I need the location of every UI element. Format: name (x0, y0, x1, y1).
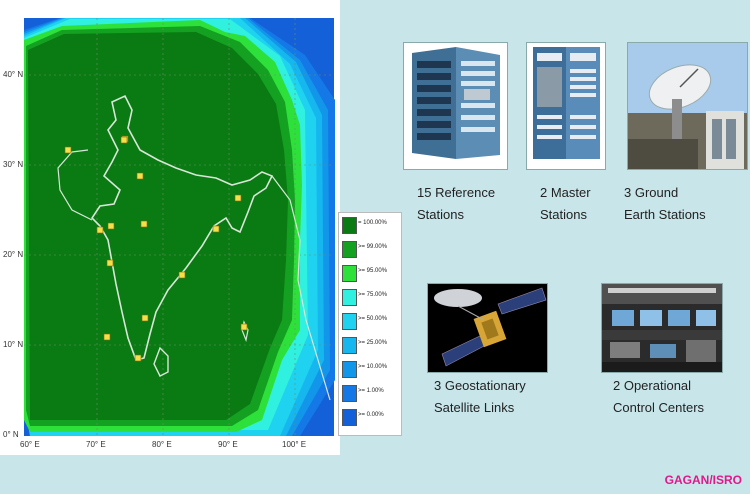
caption-line: 3 Ground (624, 185, 679, 200)
lon-tick: 80° E (152, 440, 172, 449)
caption-line: Stations (417, 207, 464, 222)
station-marker (107, 222, 115, 230)
legend-swatch (342, 265, 357, 282)
caption-line: Stations (540, 207, 587, 222)
coverage-legend: = 100.00% >= 99.00% >= 95.00% >= 75.00% … (338, 212, 402, 436)
station-marker (136, 172, 144, 180)
legend-swatch (342, 385, 357, 402)
satellite-dish-icon (628, 43, 747, 169)
caption-master-stations: 2 Master Stations (540, 182, 591, 226)
legend-item: >= 99.00% (342, 239, 400, 259)
legend-label: >= 1.00% (358, 388, 384, 394)
legend-swatch (342, 409, 357, 426)
caption-line: Earth Stations (624, 207, 706, 222)
legend-item: >= 25.00% (342, 335, 400, 355)
lat-tick: 20° N (3, 250, 24, 259)
legend-label: >= 10.00% (358, 364, 388, 370)
station-marker (234, 194, 242, 202)
station-marker (141, 314, 149, 322)
legend-label: >= 25.00% (358, 340, 388, 346)
lon-tick: 100° E (282, 440, 307, 449)
station-marker (178, 271, 186, 279)
legend-item: >= 75.00% (342, 287, 400, 307)
legend-label: >= 95.00% (358, 268, 388, 274)
caption-line: 3 Geostationary (434, 378, 526, 393)
lat-tick: 30° N (3, 160, 24, 169)
caption-control-centers: 2 Operational Control Centers (613, 375, 704, 419)
coverage-map (24, 18, 335, 436)
lat-tick: 10° N (3, 340, 24, 349)
satellite-photo (427, 283, 548, 373)
legend-label: >= 75.00% (358, 292, 388, 298)
caption-line: 2 Master (540, 185, 591, 200)
legend-swatch (342, 337, 357, 354)
legend-swatch (342, 361, 357, 378)
caption-line: 15 Reference (417, 185, 496, 200)
legend-item: >= 10.00% (342, 359, 400, 379)
caption-line: Control Centers (613, 400, 705, 415)
caption-reference-stations: 15 Reference Stations (417, 182, 495, 226)
station-marker (140, 220, 148, 228)
station-marker (106, 259, 114, 267)
lon-tick: 90° E (218, 440, 238, 449)
coverage-map-panel: 40° N 30° N 20° N 10° N 0° N 60° E 70° E… (0, 0, 340, 455)
station-marker (240, 323, 248, 331)
legend-label: >= 50.00% (358, 316, 388, 322)
legend-item: >= 95.00% (342, 263, 400, 283)
reference-station-photo (403, 42, 508, 170)
source-credit: GAGAN/ISRO (664, 473, 742, 487)
legend-label: = 100.00% (358, 220, 387, 226)
lat-tick: 0° N (3, 430, 19, 439)
legend-swatch (342, 241, 357, 258)
station-marker (64, 146, 72, 154)
station-marker (212, 225, 220, 233)
legend-item: = 100.00% (342, 215, 400, 235)
legend-swatch (342, 289, 357, 306)
station-marker (96, 226, 104, 234)
satellite-icon (434, 287, 547, 367)
legend-label: >= 99.00% (358, 244, 388, 250)
control-room-icon (602, 284, 722, 372)
legend-label: >= 0.00% (358, 412, 384, 418)
station-marker (120, 136, 128, 144)
lon-tick: 60° E (20, 440, 40, 449)
legend-item: >= 0.00% (342, 407, 400, 427)
caption-line: Satellite Links (434, 400, 515, 415)
station-marker (103, 333, 111, 341)
ground-station-photo (627, 42, 748, 170)
station-marker (134, 354, 142, 362)
legend-item: >= 1.00% (342, 383, 400, 403)
lon-tick: 70° E (86, 440, 106, 449)
control-center-photo (601, 283, 723, 373)
caption-ground-stations: 3 Ground Earth Stations (624, 182, 706, 226)
master-rack-icon (533, 47, 600, 159)
coverage-band-100 (28, 32, 288, 420)
legend-swatch (342, 217, 357, 234)
server-rack-icon (412, 47, 500, 159)
caption-line: 2 Operational (613, 378, 692, 393)
caption-satellite-links: 3 Geostationary Satellite Links (434, 375, 526, 419)
legend-item: >= 50.00% (342, 311, 400, 331)
master-station-photo (526, 42, 606, 170)
legend-swatch (342, 313, 357, 330)
lat-tick: 40° N (3, 70, 24, 79)
